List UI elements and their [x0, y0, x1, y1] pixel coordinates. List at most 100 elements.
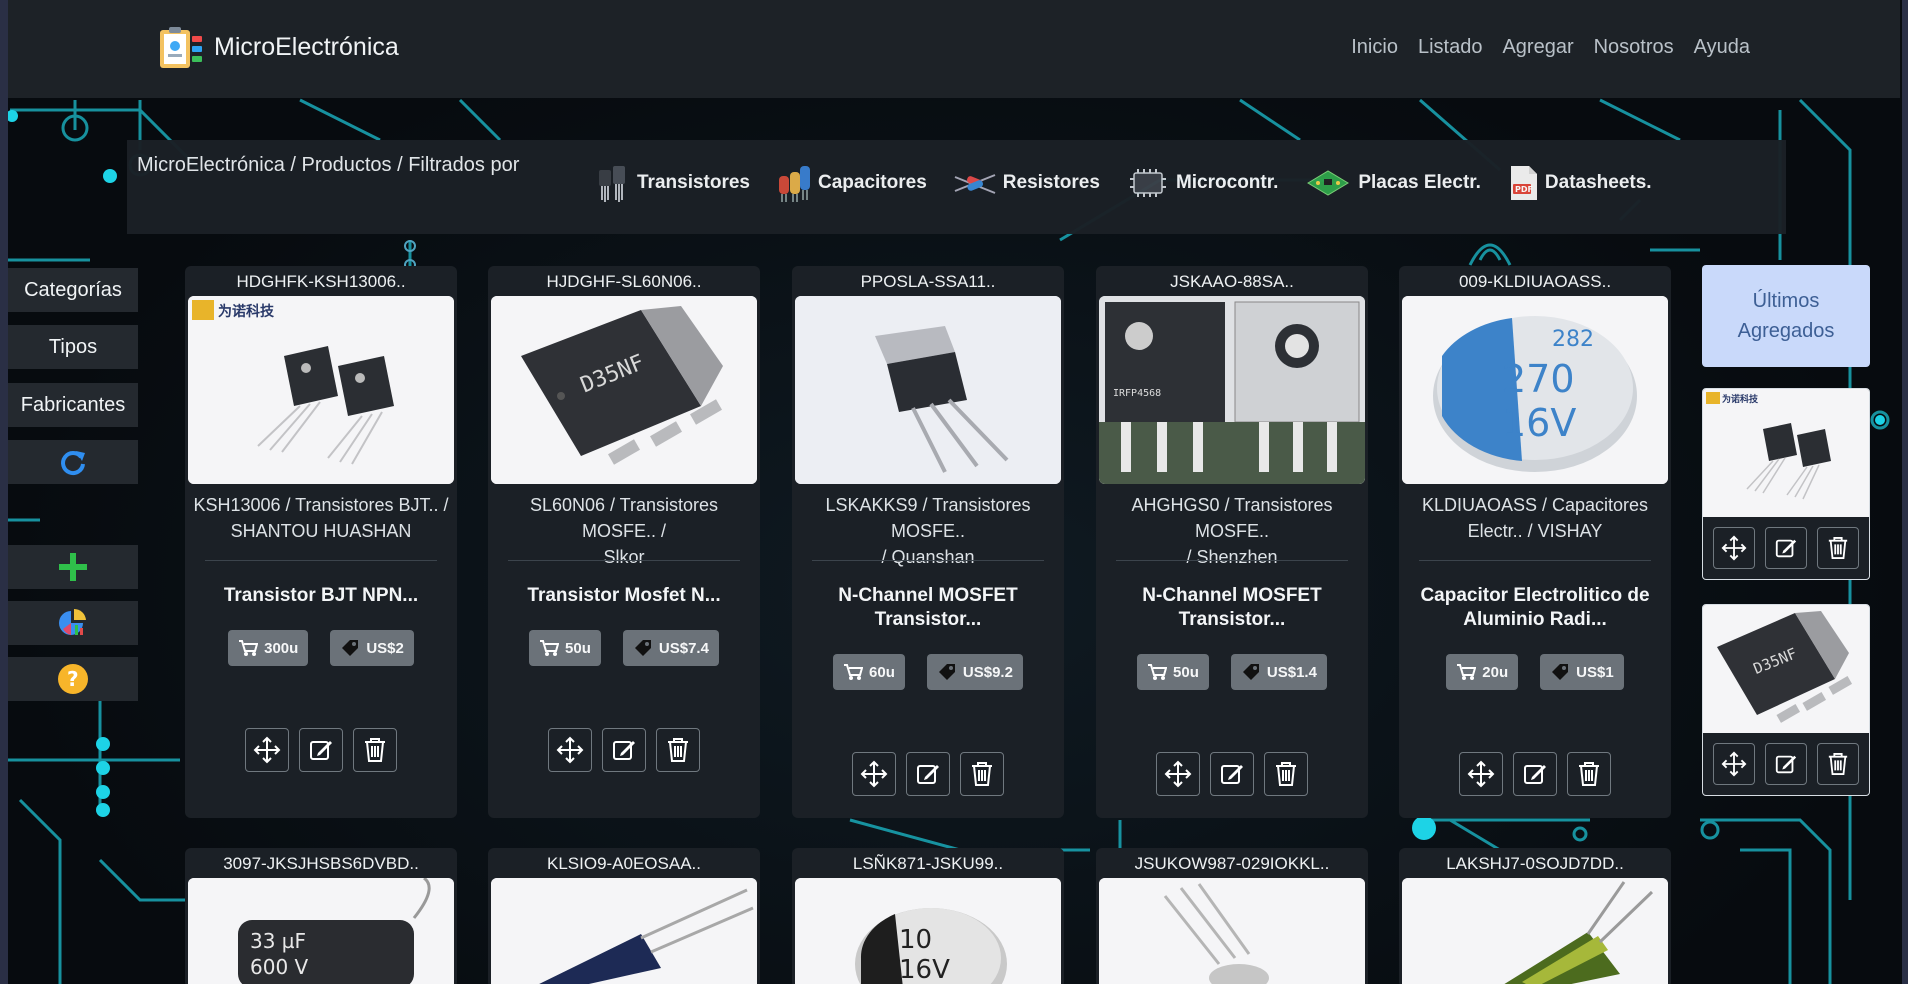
move-button[interactable] — [852, 752, 896, 796]
category-transistores[interactable]: Transistores — [595, 162, 750, 204]
category-placas[interactable]: Placas Electr. — [1304, 165, 1481, 201]
move-button[interactable] — [1459, 752, 1503, 796]
delete-button[interactable] — [1817, 527, 1859, 569]
delete-button[interactable] — [1567, 752, 1611, 796]
category-capacitores[interactable]: Capacitores — [776, 162, 927, 204]
move-button[interactable] — [1713, 527, 1755, 569]
product-title[interactable]: N-Channel MOSFET Transistor... — [802, 584, 1054, 632]
product-image[interactable]: 为诺科技 — [188, 296, 454, 484]
price-badge: US$7.4 — [622, 630, 719, 666]
price-value: US$2 — [366, 639, 404, 657]
trash-icon — [1276, 762, 1296, 786]
product-actions — [185, 728, 457, 772]
nav-agregar[interactable]: Agregar — [1502, 36, 1573, 59]
product-code: LAKSHJ7-0SOJD7DD.. — [1446, 854, 1624, 873]
product-card[interactable]: JSUKOW987-029IOKKL.. — [1096, 848, 1368, 984]
brand[interactable]: MicroElectrónica — [156, 24, 399, 70]
recent-item[interactable]: 为诺科技 — [1702, 388, 1870, 580]
edit-icon — [613, 741, 635, 760]
product-title-line: N-Channel MOSFET — [1142, 585, 1322, 606]
product-title[interactable]: N-Channel MOSFET Transistor... — [1106, 584, 1358, 632]
add-button[interactable] — [8, 545, 138, 589]
to92-component-photo — [1099, 878, 1365, 984]
cap-marking: 10 — [899, 925, 932, 955]
category-label: Transistores — [637, 172, 750, 193]
move-button[interactable] — [548, 728, 592, 772]
delete-button[interactable] — [1264, 752, 1308, 796]
stock-badge: 50u — [1137, 654, 1209, 690]
product-card[interactable]: JSKAAO-88SA.. IRFP4568 AHGHGS0 / Transis… — [1096, 266, 1368, 818]
category-microcontr[interactable]: Microcontr. — [1126, 165, 1278, 201]
product-card[interactable]: HDGHFK-KSH13006.. 为诺科技 KSH13006 / Transi… — [185, 266, 457, 818]
product-card[interactable]: 3097-JKSJHSBS6DVBD.. 33 µF 600 V — [185, 848, 457, 984]
product-title[interactable]: Capacitor Electrolitico de Aluminio Radi… — [1409, 584, 1661, 632]
recent-added-header[interactable]: Últimos Agregados — [1702, 265, 1870, 367]
edit-button[interactable] — [1210, 752, 1254, 796]
delete-button[interactable] — [1817, 743, 1859, 785]
product-card[interactable]: LAKSHJ7-0SOJD7DD.. — [1399, 848, 1671, 984]
delete-button[interactable] — [353, 728, 397, 772]
price-tag-icon — [938, 664, 955, 680]
nav-listado[interactable]: Listado — [1418, 36, 1483, 59]
stats-button[interactable] — [8, 601, 138, 645]
category-resistores[interactable]: Resistores — [953, 165, 1100, 201]
recent-item-image[interactable]: 为诺科技 — [1703, 389, 1869, 517]
move-button[interactable] — [1156, 752, 1200, 796]
nav-ayuda[interactable]: Ayuda — [1694, 36, 1750, 59]
product-card[interactable]: KLSIO9-A0EOSAA.. — [488, 848, 760, 984]
edit-button[interactable] — [602, 728, 646, 772]
move-button[interactable] — [245, 728, 289, 772]
product-title[interactable]: Transistor BJT NPN... — [195, 584, 447, 608]
trash-icon — [668, 738, 688, 762]
product-meta-line: / Shenzhen — [1186, 547, 1278, 567]
product-title-line: N-Channel MOSFET — [838, 585, 1018, 606]
recent-item[interactable]: D35NF — [1702, 604, 1870, 796]
recent-title-line: Agregados — [1737, 320, 1835, 342]
category-bar: MicroElectrónica / Productos / Filtrados… — [127, 140, 1786, 234]
product-card[interactable]: PPOSLA-SSA11.. LSKAKKS9 / Transistores M… — [792, 266, 1064, 818]
edit-button[interactable] — [1765, 743, 1807, 785]
move-icon — [860, 760, 888, 788]
product-image[interactable] — [491, 878, 757, 984]
product-image[interactable] — [795, 296, 1061, 484]
product-badges: 60u US$9.2 — [792, 654, 1064, 690]
product-image[interactable]: 10 16V — [795, 878, 1061, 984]
sidebar-tipos[interactable]: Tipos — [8, 325, 138, 369]
svg-text:PDF: PDF — [1515, 185, 1533, 194]
product-code: PPOSLA-SSA11.. — [860, 272, 996, 291]
sidebar-categorias[interactable]: Categorías — [8, 268, 138, 312]
product-image[interactable]: 33 µF 600 V — [188, 878, 454, 984]
edit-button[interactable] — [299, 728, 343, 772]
nav-nosotros[interactable]: Nosotros — [1594, 36, 1674, 59]
price-value: US$9.2 — [962, 663, 1013, 681]
product-card[interactable]: LSÑK871-JSKU99.. 10 16V — [792, 848, 1064, 984]
edit-button[interactable] — [1513, 752, 1557, 796]
price-tag-icon — [1242, 664, 1259, 680]
move-button[interactable] — [1713, 743, 1755, 785]
edit-button[interactable] — [1765, 527, 1807, 569]
product-card[interactable]: 009-KLDIUAOASS.. 282 270 16V KLDIUAOASS … — [1399, 266, 1671, 818]
product-code: HJDGHF-SL60N06.. — [546, 272, 702, 291]
category-datasheets[interactable]: PDF Datasheets. — [1507, 164, 1652, 202]
delete-button[interactable] — [656, 728, 700, 772]
recent-item-image[interactable]: D35NF — [1703, 605, 1869, 733]
axial-capacitor-photo: 33 µF 600 V — [188, 878, 454, 984]
product-card[interactable]: HJDGHF-SL60N06.. D35NF SL60N06 / Transis… — [488, 266, 760, 818]
edit-button[interactable] — [906, 752, 950, 796]
category-label: Datasheets. — [1544, 172, 1652, 193]
sidebar-fabricantes[interactable]: Fabricantes — [8, 383, 138, 427]
product-image[interactable] — [1099, 878, 1365, 984]
help-button[interactable]: ? — [8, 657, 138, 701]
product-image[interactable]: 282 270 16V — [1402, 296, 1668, 484]
product-meta: AHGHGS0 / Transistores MOSFE.. / Shenzhe… — [1100, 492, 1364, 570]
delete-button[interactable] — [960, 752, 1004, 796]
divider — [812, 560, 1044, 561]
refresh-button[interactable] — [8, 440, 138, 484]
to247-mosfet-photo: IRFP4568 — [1099, 296, 1365, 484]
nav-inicio[interactable]: Inicio — [1351, 36, 1398, 59]
refresh-icon — [61, 451, 85, 476]
product-title[interactable]: Transistor Mosfet N... — [498, 584, 750, 608]
product-image[interactable]: IRFP4568 — [1099, 296, 1365, 484]
product-image[interactable] — [1402, 878, 1668, 984]
product-image[interactable]: D35NF — [491, 296, 757, 484]
